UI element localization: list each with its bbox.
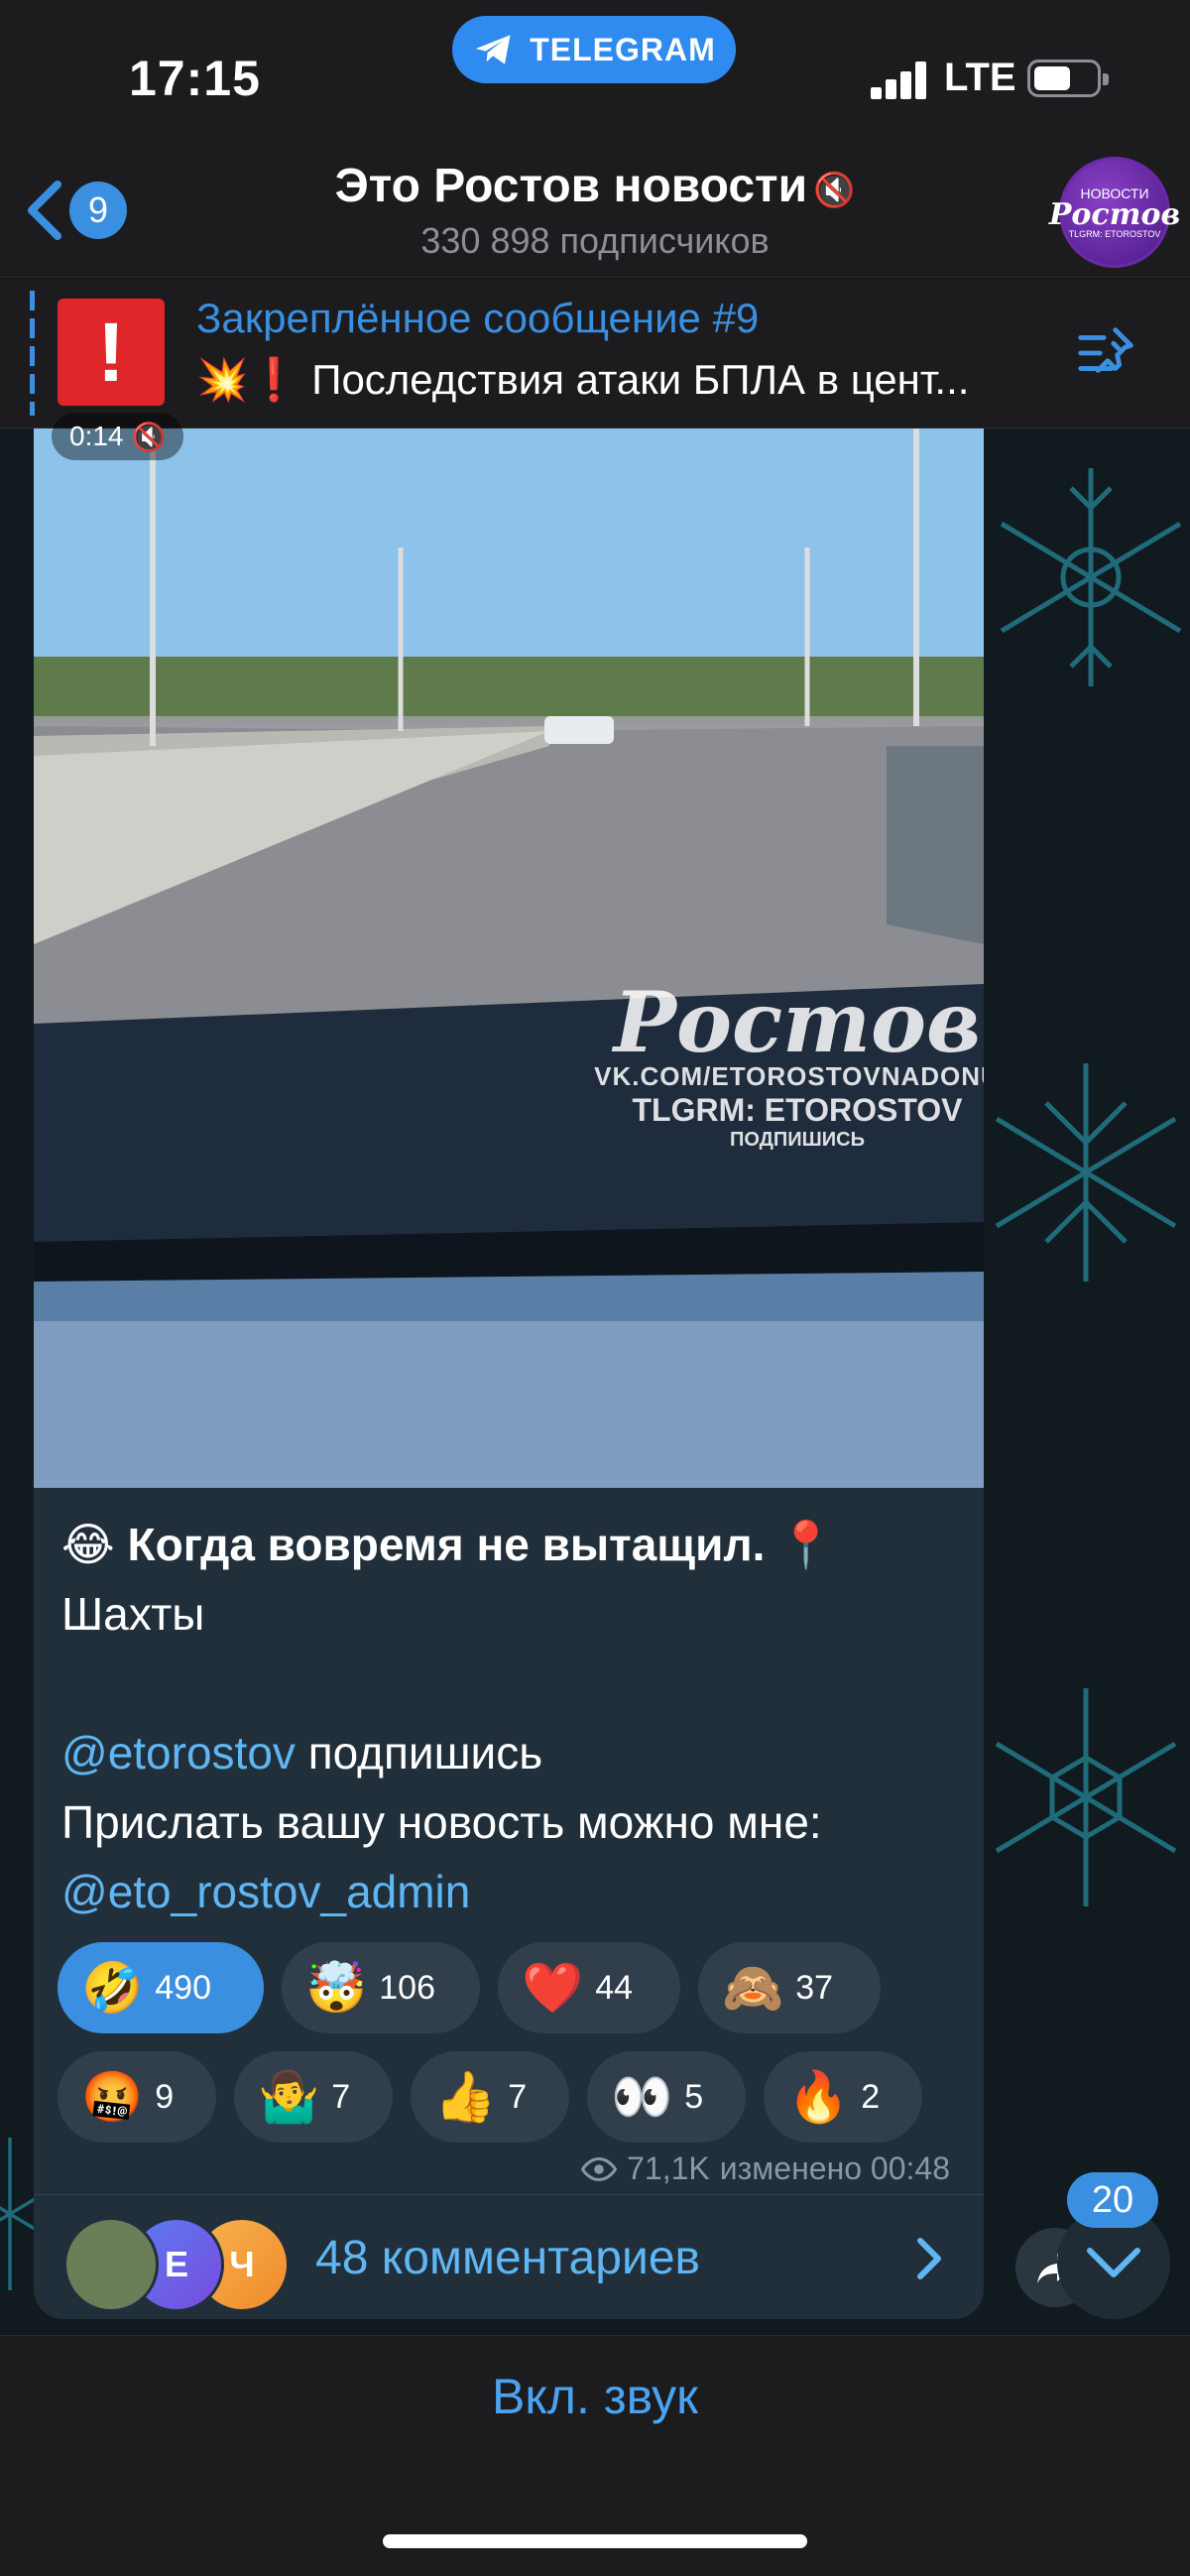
telegram-pill-label: TELEGRAM xyxy=(530,31,716,67)
cursing-emoji: 🤬 xyxy=(81,2069,144,2125)
message-bubble: 😂 Когда вовремя не вытащил. 📍 Шахты @eto… xyxy=(34,1488,984,2319)
reaction-thumbs-up[interactable]: 👍 7 xyxy=(411,2051,569,2143)
muted-icon: 🔇 xyxy=(813,172,856,209)
pinned-list-icon[interactable] xyxy=(1073,318,1142,388)
eyes-emoji: 👀 xyxy=(611,2069,673,2125)
watermark-telegram: TLGRM: ETOROSTOV xyxy=(632,1092,963,1128)
reaction-count: 7 xyxy=(508,2077,528,2116)
caption-line-1: 😂 Когда вовремя не вытащил. 📍 xyxy=(61,1510,964,1579)
bottom-bar: Вкл. звук xyxy=(0,2335,1190,2576)
channel-mention-link[interactable]: @etorostov xyxy=(61,1727,296,1779)
reaction-exploding-head[interactable]: 🤯 106 xyxy=(282,1942,480,2033)
channel-name: Это Ростов новости xyxy=(334,160,808,212)
watermark-vk: VK.COM/ETOROSTOVNADONU xyxy=(594,1061,984,1091)
video-duration: 0:14 xyxy=(69,421,124,451)
laughing-emoji: 😂 xyxy=(61,1519,115,1570)
exploding-head-emoji: 🤯 xyxy=(305,1960,368,2016)
video-player[interactable]: Ростов VK.COM/ETOROSTOVNADONU TLGRM: ETO… xyxy=(34,429,984,1488)
thumbs-up-emoji: 👍 xyxy=(434,2069,497,2125)
eye-icon xyxy=(581,2156,618,2181)
avatar-text-bottom: TLGRM: ETOROSTOV xyxy=(1068,229,1161,239)
unread-count-badge: 20 xyxy=(1067,2172,1158,2228)
chevron-right-icon xyxy=(917,2238,941,2279)
reaction-see-no-evil[interactable]: 🙈 37 xyxy=(698,1942,881,2033)
channel-title[interactable]: Это Ростов новости 🔇 xyxy=(0,159,1190,213)
pinned-title: Закреплённое сообщение #9 xyxy=(196,295,760,341)
admin-mention-link[interactable]: @eto_rostov_admin xyxy=(61,1857,964,1926)
muted-video-icon: 🔇 xyxy=(131,421,167,452)
reaction-cursing[interactable]: 🤬 9 xyxy=(58,2051,216,2143)
caption-headline: Когда вовремя не вытащил. xyxy=(127,1519,766,1570)
reaction-count: 37 xyxy=(795,1968,834,2007)
message-caption: 😂 Когда вовремя не вытащил. 📍 Шахты @eto… xyxy=(61,1510,964,1926)
reaction-rofl[interactable]: 🤣 490 xyxy=(58,1942,264,2033)
status-bar: 17:15 TELEGRAM LTE xyxy=(0,0,1190,149)
view-count: 71,1K xyxy=(627,2150,710,2186)
caption-submit-news: Прислать вашу новость можно мне: xyxy=(61,1796,822,1848)
avatar-text-main: Ростов xyxy=(1048,197,1181,232)
caption-line-4: @etorostov подпишись xyxy=(61,1718,964,1787)
comments-label: 48 комментариев xyxy=(315,2232,701,2284)
signal-icon xyxy=(871,61,928,99)
telegram-pill[interactable]: TELEGRAM xyxy=(452,16,736,83)
clock: 17:15 xyxy=(129,51,261,106)
snowflake-icon xyxy=(995,1063,1177,1282)
unmute-button[interactable]: Вкл. звук xyxy=(0,2368,1190,2425)
commenter-avatar xyxy=(63,2217,159,2312)
reaction-fire[interactable]: 🔥 2 xyxy=(764,2051,922,2143)
pinned-text: 💥❗ Последствия атаки БПЛА в цент... xyxy=(196,356,970,403)
reaction-count: 7 xyxy=(331,2077,351,2116)
pinned-message-bar[interactable]: ! Закреплённое сообщение #9 💥❗ Последств… xyxy=(0,279,1190,429)
caption-location: Шахты xyxy=(61,1588,205,1640)
heart-emoji: ❤️ xyxy=(522,1960,584,2016)
reaction-count: 2 xyxy=(861,2077,881,2116)
chevron-down-icon xyxy=(1087,2248,1140,2277)
video-duration-badge[interactable]: 0:14 🔇 xyxy=(52,413,184,460)
snowflake-icon xyxy=(995,1688,1177,1906)
watermark-subscribe: ПОДПИШИСЬ xyxy=(730,1129,865,1151)
subscribe-text: подпишись xyxy=(295,1727,543,1779)
channel-avatar[interactable]: НОВОСТИ Ростов TLGRM: ETOROSTOV xyxy=(1049,157,1180,268)
pinned-indicator xyxy=(30,291,35,416)
see-no-evil-emoji: 🙈 xyxy=(722,1960,784,2016)
reaction-count: 44 xyxy=(595,1968,634,2007)
reaction-count: 9 xyxy=(155,2077,175,2116)
reaction-count: 106 xyxy=(379,1968,435,2007)
video-frame xyxy=(34,429,984,1488)
battery-icon xyxy=(1027,60,1109,97)
watermark-logo: Ростов xyxy=(613,973,982,1071)
rofl-emoji: 🤣 xyxy=(81,1960,144,2016)
edited-time: изменено 00:48 xyxy=(719,2150,950,2186)
location-pin-emoji: 📍 xyxy=(777,1519,835,1570)
video-watermark: Ростов VK.COM/ETOROSTOVNADONU TLGRM: ETO… xyxy=(589,973,984,1152)
shrug-emoji: 🤷‍♂️ xyxy=(258,2069,320,2125)
reaction-count: 5 xyxy=(684,2077,704,2116)
pinned-thumbnail: ! xyxy=(58,299,165,406)
subscriber-count: 330 898 подписчиков xyxy=(420,220,770,261)
network-label: LTE xyxy=(944,56,1016,99)
chat-header: 9 Это Ростов новости 🔇 330 898 подписчико… xyxy=(0,149,1190,278)
reaction-count: 490 xyxy=(155,1968,211,2007)
reaction-eyes[interactable]: 👀 5 xyxy=(587,2051,746,2143)
telegram-icon xyxy=(475,35,511,64)
reaction-heart[interactable]: ❤️ 44 xyxy=(498,1942,680,2033)
reaction-shrug[interactable]: 🤷‍♂️ 7 xyxy=(234,2051,393,2143)
fire-emoji: 🔥 xyxy=(787,2069,850,2125)
message-meta: 71,1K изменено 00:48 xyxy=(581,2150,950,2187)
home-indicator[interactable] xyxy=(383,2534,807,2548)
snowflake-icon xyxy=(1000,468,1182,686)
comments-button[interactable]: Е Ч 48 комментариев xyxy=(34,2195,984,2319)
